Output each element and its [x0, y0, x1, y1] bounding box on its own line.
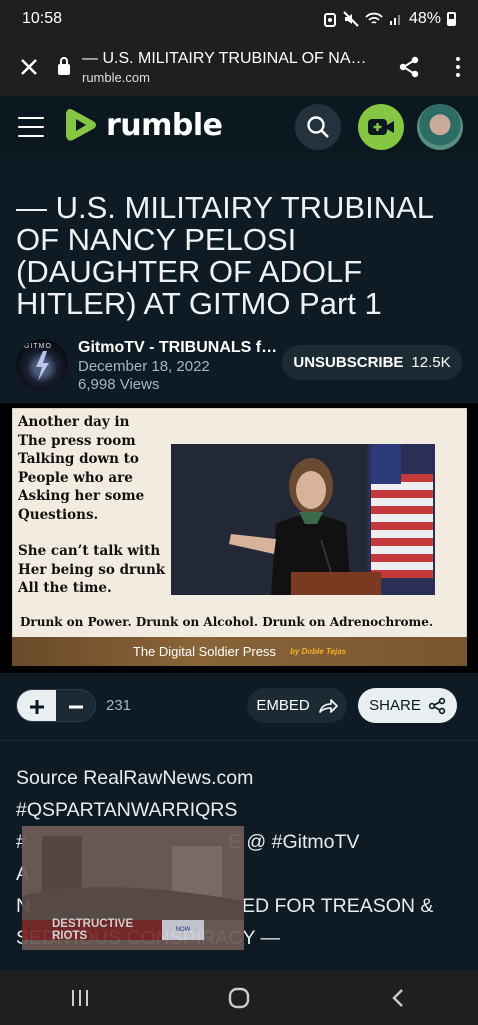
menu-dot: [456, 57, 460, 61]
thumbnail-tagline: Drunk on Power. Drunk on Alcohol. Drunk …: [20, 615, 434, 629]
view-count: 6,998 Views: [78, 376, 160, 393]
home-button[interactable]: [209, 978, 269, 1018]
status-bar: 10:58 48%: [0, 0, 478, 38]
video-add-icon: [368, 119, 394, 135]
thumbnail-line: She can’t talk with: [18, 543, 161, 559]
thumbnail-banner: The Digital Soldier Press by Doble Tejas: [12, 637, 467, 666]
thumbnail-line: Questions.: [18, 506, 99, 523]
mute-icon: [343, 11, 359, 27]
upload-date: December 18, 2022: [78, 358, 210, 375]
thumbnail-line: Asking her some: [18, 488, 145, 504]
rumble-play-icon: [66, 109, 96, 141]
vote-count: 231: [106, 697, 132, 714]
status-icons: 48%: [323, 10, 456, 28]
section-divider: [0, 740, 478, 741]
menu-dot: [456, 73, 460, 77]
hamburger-menu-button[interactable]: [18, 117, 44, 137]
browser-share-button[interactable]: [380, 38, 438, 96]
back-icon: [392, 988, 404, 1007]
search-icon: [307, 116, 329, 138]
downvote-button[interactable]: [56, 690, 95, 721]
thumbnail-line: Her being so drunk: [18, 561, 166, 578]
description-line: Source RealRawNews.com: [16, 767, 254, 789]
thumbnail-line: All the time.: [18, 580, 112, 596]
description-line-tail: ED FOR TREASON &: [242, 895, 434, 917]
unsubscribe-button[interactable]: UNSUBSCRIBE 12.5K: [282, 345, 462, 380]
unsubscribe-label: UNSUBSCRIBE: [293, 354, 404, 371]
tab-title: — U.S. MILITAIRY TRUBINAL OF NANCY PELOS…: [82, 49, 372, 67]
vote-group: [16, 689, 96, 722]
share-button[interactable]: SHARE: [358, 688, 457, 723]
upload-button[interactable]: [358, 104, 404, 150]
thumbnail-line: Another day in: [18, 414, 130, 430]
thumbnail-spacer: [18, 524, 168, 542]
menu-dot: [456, 65, 460, 69]
press-room-photo: [171, 444, 435, 595]
close-tab-button[interactable]: [0, 38, 58, 96]
signal-icon: [389, 15, 400, 25]
back-button[interactable]: [368, 978, 428, 1018]
channel-avatar[interactable]: GITMO: [16, 339, 68, 391]
battery-percent: 48%: [408, 10, 441, 27]
url-domain: rumble.com: [82, 69, 150, 85]
share-icon: [399, 56, 419, 78]
hamburger-line: [18, 135, 44, 137]
mini-player[interactable]: DESTRUCTIVE RIOTS NOW: [22, 826, 244, 950]
thumbnail-line: The press room: [18, 432, 136, 449]
press-photo-illustration: [171, 444, 435, 595]
mini-player-frame: [22, 826, 244, 920]
rumble-logo[interactable]: rumble: [64, 106, 223, 144]
lightning-icon: [36, 351, 49, 381]
mini-banner-tag: NOW: [162, 920, 204, 940]
close-icon: [21, 59, 37, 75]
user-avatar[interactable]: [417, 104, 463, 150]
thumbnail-line: Talking down to: [18, 451, 139, 467]
browser-menu-button[interactable]: [438, 38, 478, 96]
browser-toolbar: — U.S. MILITAIRY TRUBINAL OF NANCY PELOS…: [0, 38, 478, 96]
plus-icon: [29, 699, 44, 714]
logo-text: rumble: [106, 107, 223, 143]
flag-stripes: [371, 474, 433, 578]
forward-arrow-icon: [318, 698, 338, 713]
thumbnail-line: People who are: [18, 469, 133, 486]
mini-banner-text: DESTRUCTIVE RIOTS: [22, 918, 162, 942]
search-button[interactable]: [295, 104, 341, 150]
lock-icon: [58, 56, 70, 75]
subscriber-count: 12.5K: [411, 354, 451, 371]
status-time: 10:58: [22, 10, 63, 27]
url-field[interactable]: — U.S. MILITAIRY TRUBINAL OF NANCY PELOS…: [82, 50, 380, 85]
embed-label: EMBED: [256, 697, 310, 714]
embed-button[interactable]: EMBED: [247, 688, 347, 723]
minus-icon: [68, 705, 83, 708]
description-line[interactable]: #QSPARTANWARRIQRS: [16, 794, 466, 826]
upvote-button[interactable]: [17, 690, 56, 721]
banner-main-text: The Digital Soldier Press: [132, 644, 276, 659]
mini-player-banner: DESTRUCTIVE RIOTS NOW: [22, 918, 244, 942]
battery-icon: [447, 12, 456, 26]
alarm-icon: [323, 13, 336, 27]
hamburger-line: [18, 126, 44, 128]
channel-name[interactable]: GitmoTV - TRIBUNALS for CRIMES AGAINST H…: [78, 339, 278, 357]
recent-apps-button[interactable]: [50, 978, 110, 1018]
video-title: — U.S. MILITAIRY TRUBINAL OF NANCY PELOS…: [16, 190, 433, 321]
recent-apps-icon: [71, 989, 88, 1006]
description-line-tail[interactable]: E @ #GitmoTV: [228, 826, 359, 858]
hamburger-line: [18, 117, 44, 119]
thumbnail-caption: Another day in The press room Talking do…: [18, 413, 168, 598]
home-icon: [228, 987, 250, 1008]
banner-sub-text: by Doble Tejas: [289, 647, 347, 656]
site-header: rumble: [0, 96, 478, 158]
share-icon: [428, 697, 446, 714]
system-nav-bar: [0, 970, 478, 1025]
share-label: SHARE: [369, 697, 421, 714]
wifi-icon: [365, 12, 383, 24]
